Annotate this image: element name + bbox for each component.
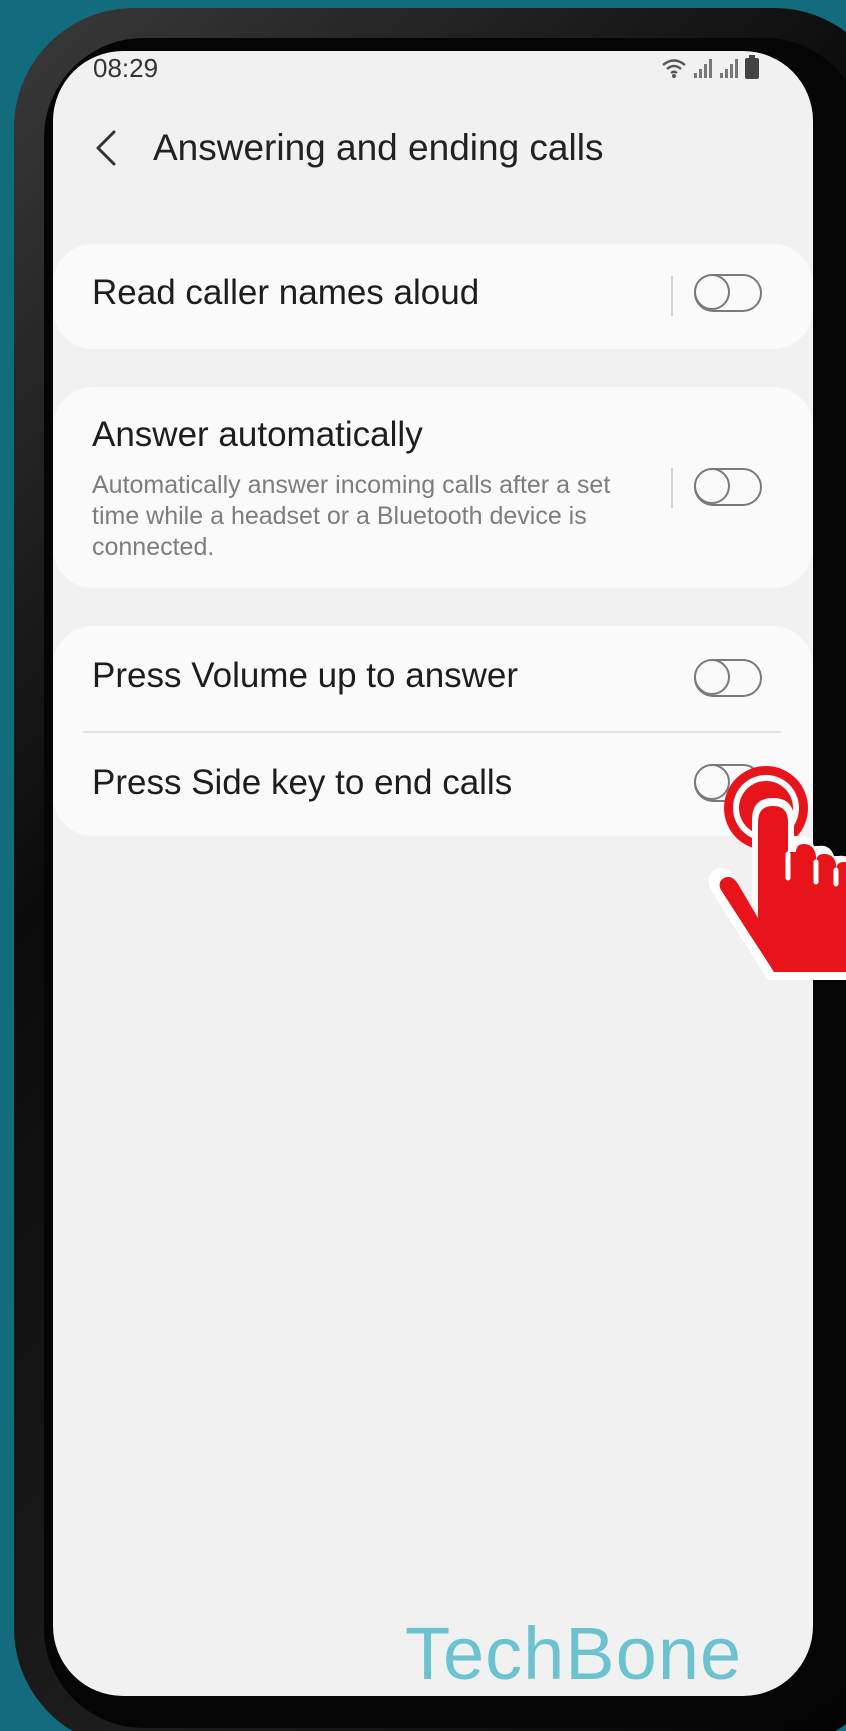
answer-automatically-toggle[interactable] xyxy=(694,468,762,506)
status-icons xyxy=(661,55,759,84)
toggle-knob xyxy=(694,274,730,310)
divider xyxy=(671,468,673,508)
settings-card: Read caller names aloud xyxy=(53,244,813,349)
divider xyxy=(671,276,673,316)
status-time: 08:29 xyxy=(93,53,159,83)
setting-title: Press Volume up to answer xyxy=(92,656,519,695)
wifi-icon xyxy=(661,57,687,84)
read-caller-names-toggle[interactable] xyxy=(694,274,762,312)
setting-row-answer-automatically[interactable]: Answer automatically Automatically answe… xyxy=(53,387,813,588)
volume-up-answer-toggle[interactable] xyxy=(694,659,762,697)
status-bar: 08:29 xyxy=(53,51,813,91)
page-title: Answering and ending calls xyxy=(153,127,604,168)
setting-title: Answer automatically xyxy=(92,415,423,454)
settings-card: Press Volume up to answer Press Side key… xyxy=(53,626,813,836)
signal-icon xyxy=(719,57,739,84)
settings-card: Answer automatically Automatically answe… xyxy=(53,387,813,588)
setting-description: Automatically answer incoming calls afte… xyxy=(92,471,611,561)
tap-hand-icon xyxy=(708,766,846,980)
setting-row-read-caller-names[interactable]: Read caller names aloud xyxy=(53,244,813,349)
app-header: Answering and ending calls xyxy=(53,111,813,191)
techbone-watermark: TechBone xyxy=(405,1612,743,1695)
setting-title: Read caller names aloud xyxy=(92,273,480,312)
chevron-left-icon xyxy=(96,130,116,166)
page: 08:29 Answering and ending calls Read ca… xyxy=(0,0,846,1731)
setting-title: Press Side key to end calls xyxy=(92,763,513,802)
setting-row-side-key-end[interactable]: Press Side key to end calls xyxy=(53,733,813,836)
battery-icon xyxy=(745,55,759,84)
toggle-knob xyxy=(694,659,730,695)
signal-icon xyxy=(693,57,713,84)
toggle-knob xyxy=(694,468,730,504)
phone-screen: 08:29 Answering and ending calls Read ca… xyxy=(53,51,813,1696)
back-button[interactable] xyxy=(83,125,129,171)
setting-row-volume-up-answer[interactable]: Press Volume up to answer xyxy=(53,626,813,731)
